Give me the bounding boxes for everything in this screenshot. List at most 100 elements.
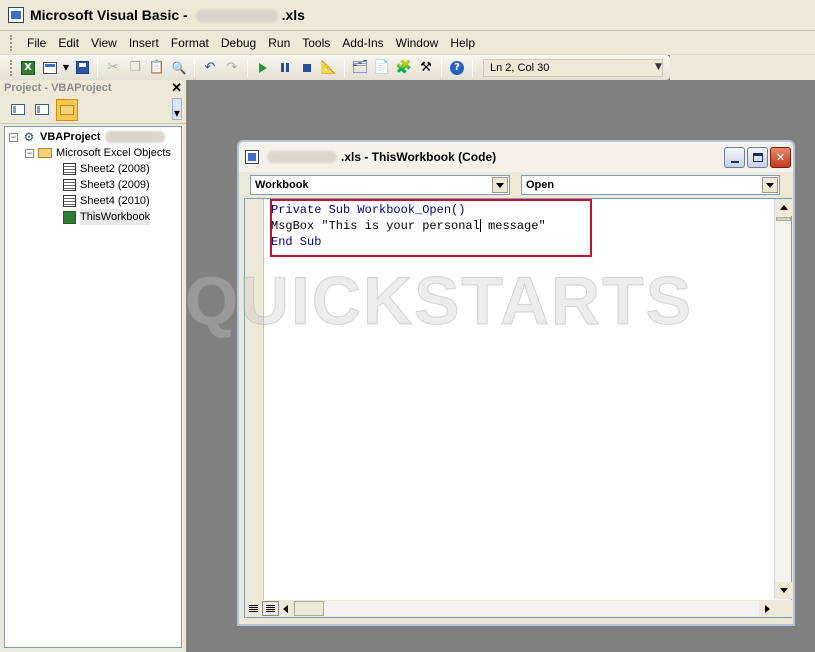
menu-insert[interactable]: Insert — [123, 33, 165, 53]
collapse-icon[interactable]: − — [25, 148, 34, 158]
horizontal-scroll-thumb[interactable] — [294, 601, 324, 616]
view-object-icon — [35, 104, 49, 115]
toolbox-button[interactable]: ⚒ — [416, 58, 436, 78]
close-icon[interactable]: ✕ — [171, 80, 182, 96]
toolbar-options-chevron-icon[interactable]: ▼ — [655, 62, 662, 72]
vertical-scroll-thumb[interactable] — [776, 217, 791, 221]
toolbar-grip[interactable] — [10, 59, 13, 76]
menu-help[interactable]: Help — [444, 33, 481, 53]
copy-button[interactable]: ❐ — [125, 58, 145, 78]
view-code-button[interactable] — [8, 101, 28, 119]
insert-dropdown-button[interactable]: ▼ — [62, 58, 70, 78]
tree-root-label: VBAProject — [40, 131, 101, 143]
run-button[interactable] — [253, 58, 273, 78]
maximize-icon — [752, 153, 763, 162]
menu-tools[interactable]: Tools — [296, 33, 336, 53]
full-module-view-icon — [266, 605, 275, 612]
code-window: .xls - ThisWorkbook (Code) ✕ Workbook Op… — [237, 140, 795, 626]
paste-button[interactable]: 📋 — [147, 58, 167, 78]
tree-item-sheet3[interactable]: Sheet3 (2009) — [9, 177, 181, 193]
panel-toolbar-chevron-icon[interactable]: ▼ — [172, 98, 182, 120]
properties-button[interactable]: 📄 — [372, 58, 392, 78]
scroll-left-icon[interactable] — [283, 604, 288, 613]
tree-folder-excel-objects[interactable]: − Microsoft Excel Objects — [9, 145, 181, 161]
copy-icon: ❐ — [129, 60, 141, 75]
margin-indicator-bar[interactable] — [245, 199, 264, 617]
menu-window[interactable]: Window — [390, 33, 445, 53]
vba-app-icon — [8, 7, 24, 23]
scroll-up-button[interactable] — [775, 199, 792, 216]
toggle-folders-button[interactable] — [56, 98, 78, 121]
resize-grip[interactable] — [776, 600, 793, 617]
chevron-down-icon — [779, 588, 788, 593]
title-bar: Microsoft Visual Basic - .xls — [0, 0, 815, 31]
run-icon — [259, 62, 267, 73]
collapse-icon[interactable]: − — [9, 132, 18, 142]
undo-button[interactable]: ↶ — [200, 58, 220, 78]
save-button[interactable] — [72, 58, 92, 78]
design-mode-button[interactable]: 📐 — [319, 58, 339, 78]
code-line-1: Private Sub Workbook_Open() — [271, 203, 466, 217]
toolbar-separator — [247, 58, 248, 77]
toolbar-separator — [97, 58, 98, 77]
redo-button[interactable]: ↷ — [222, 58, 242, 78]
folder-icon — [38, 148, 52, 158]
procedure-combo-dropdown[interactable] — [762, 177, 778, 193]
horizontal-scroll-track[interactable] — [324, 601, 759, 616]
view-excel-button[interactable]: X — [18, 58, 38, 78]
menu-run[interactable]: Run — [262, 33, 296, 53]
tree-item-sheet4[interactable]: Sheet4 (2010) — [9, 193, 181, 209]
redacted-project-name — [104, 131, 165, 143]
maximize-button[interactable] — [747, 147, 768, 168]
redo-icon: ↷ — [226, 60, 238, 75]
window-controls: ✕ — [722, 147, 791, 168]
project-tree: − ⚙ VBAProject − Microsoft Excel Objects… — [4, 126, 182, 648]
menu-debug[interactable]: Debug — [215, 33, 262, 53]
object-browser-button[interactable]: 🧩 — [394, 58, 414, 78]
design-mode-icon: 📐 — [320, 60, 338, 75]
tree-item-label: Sheet2 (2008) — [80, 163, 150, 175]
menu-file[interactable]: File — [21, 33, 52, 53]
menu-edit[interactable]: Edit — [52, 33, 85, 53]
object-combo[interactable]: Workbook — [250, 175, 510, 195]
menu-grip[interactable] — [10, 34, 13, 51]
menu-view[interactable]: View — [85, 33, 123, 53]
minimize-button[interactable] — [724, 147, 745, 168]
horizontal-scrollbar[interactable] — [245, 600, 793, 617]
procedure-combo[interactable]: Open — [521, 175, 780, 195]
tree-item-sheet2[interactable]: Sheet2 (2008) — [9, 161, 181, 177]
cut-button[interactable]: ✂ — [103, 58, 123, 78]
find-button[interactable]: 🔍 — [169, 58, 189, 78]
view-object-button[interactable] — [32, 101, 52, 119]
code-window-title: .xls - ThisWorkbook (Code) — [341, 150, 497, 164]
code-editor[interactable]: Private Sub Workbook_Open() MsgBox "This… — [244, 198, 793, 618]
help-icon: ? — [450, 60, 464, 75]
chevron-right-icon — [765, 604, 770, 613]
tree-item-thisworkbook[interactable]: ThisWorkbook — [9, 209, 181, 225]
break-button[interactable] — [275, 58, 295, 78]
project-panel-toolbar: ▼ — [0, 96, 186, 124]
menu-add-ins[interactable]: Add-Ins — [336, 33, 389, 53]
procedure-view-button[interactable] — [245, 601, 262, 616]
full-module-view-button[interactable] — [262, 601, 279, 616]
scroll-down-button[interactable] — [775, 582, 792, 599]
close-button[interactable]: ✕ — [770, 147, 791, 168]
help-button[interactable]: ? — [447, 58, 467, 78]
code-window-title-bar[interactable]: .xls - ThisWorkbook (Code) ✕ — [239, 142, 793, 172]
folder-icon — [60, 104, 74, 115]
project-explorer-button[interactable]: 🗂 — [350, 58, 370, 78]
vertical-scrollbar[interactable] — [774, 199, 792, 599]
tree-item-label: Sheet4 (2010) — [80, 195, 150, 207]
scroll-right-button[interactable] — [759, 600, 776, 617]
code-text[interactable]: Private Sub Workbook_Open() MsgBox "This… — [271, 202, 546, 250]
project-explorer-panel: Project - VBAProject ✕ ▼ − ⚙ VBAProject … — [0, 80, 187, 652]
insert-userform-button[interactable] — [40, 58, 60, 78]
code-window-icon — [245, 150, 259, 164]
object-combo-dropdown[interactable] — [492, 177, 508, 193]
find-icon: 🔍 — [171, 60, 187, 75]
tree-root-vbaproject[interactable]: − ⚙ VBAProject — [9, 129, 181, 145]
reset-button[interactable] — [297, 58, 317, 78]
insert-userform-icon — [43, 61, 57, 74]
menu-format[interactable]: Format — [165, 33, 215, 53]
reset-icon — [303, 63, 311, 72]
